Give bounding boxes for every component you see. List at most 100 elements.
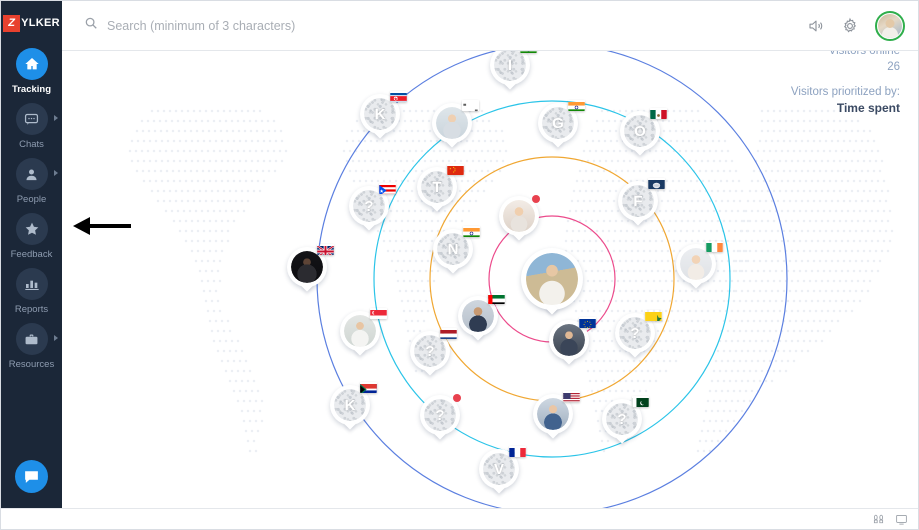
sidebar-item-resources[interactable]: Resources [1, 323, 62, 370]
visitor-pin[interactable]: ? [615, 312, 662, 353]
home-icon [15, 48, 48, 80]
sidebar-item-tracking[interactable]: Tracking [1, 48, 62, 95]
sidebar-item-feedback[interactable]: Feedback [1, 213, 62, 260]
radar-rings [316, 51, 788, 510]
visitor-pin[interactable] [549, 319, 596, 360]
country-flag-icon [370, 308, 387, 319]
visitor-pin[interactable] [533, 393, 580, 434]
country-flag-icon [568, 100, 585, 111]
footprints-icon[interactable] [872, 513, 885, 526]
priority-label: Visitors prioritized by: [790, 86, 900, 98]
visitor-photo [526, 253, 578, 305]
country-flag-icon [563, 391, 580, 402]
visitor-initial: T [421, 171, 453, 203]
visitor-pin[interactable] [458, 295, 505, 336]
sidebar-item-people[interactable]: People [1, 158, 62, 205]
brand-name: YLKER [21, 17, 60, 29]
visitor-pin[interactable] [676, 243, 723, 284]
visitor-initial: K [334, 389, 366, 421]
top-header [62, 1, 918, 51]
country-flag-icon [509, 446, 526, 457]
visitor-pin[interactable]: ? [410, 330, 457, 371]
visitor-pin[interactable]: K [330, 384, 377, 425]
visitor-pin[interactable]: V [479, 448, 526, 489]
country-flag-icon [579, 317, 596, 328]
visitor-pin[interactable]: ? [602, 398, 649, 439]
chat-bubble-icon[interactable] [15, 460, 48, 493]
chat-icon [15, 103, 48, 135]
visitor-photo [344, 315, 376, 347]
country-flag-icon [463, 226, 480, 237]
visitor-photo [537, 398, 569, 430]
visitors-online-value: 26 [887, 61, 900, 73]
pin-bubble: I [490, 51, 530, 85]
center-visitor-pin[interactable] [521, 248, 583, 310]
avatar[interactable] [875, 10, 905, 41]
tracking-canvas: IKGO?TFN???K??V [62, 51, 918, 510]
search-input[interactable] [107, 18, 507, 33]
visitor-pin[interactable]: F [618, 180, 665, 221]
speaker-on-icon[interactable] [807, 17, 825, 35]
country-flag-icon [488, 293, 505, 304]
chevron-right-icon-chats[interactable] [54, 115, 58, 121]
visitor-pin[interactable]: ? [349, 185, 396, 226]
visitor-photo [462, 300, 494, 332]
visitor-initial: ? [606, 403, 638, 435]
visitor-pin[interactable]: O [620, 110, 667, 151]
country-flag-icon [317, 244, 334, 255]
country-flag-icon [706, 241, 723, 252]
monitor-icon[interactable] [895, 513, 908, 526]
chevron-right-icon-resources[interactable] [54, 335, 58, 341]
sidebar-label-feedback: Feedback [10, 249, 53, 260]
visitor-pin[interactable] [499, 195, 540, 236]
status-dot [453, 394, 461, 402]
sidebar-label-resources: Resources [8, 359, 55, 370]
country-flag-icon [462, 100, 479, 111]
sidebar-label-reports: Reports [14, 304, 49, 315]
sidebar: Z YLKER Tracking Chats People Feedback R… [1, 1, 62, 510]
visitor-pin[interactable] [432, 102, 479, 143]
header-actions [807, 10, 905, 41]
visitor-pin[interactable] [287, 245, 334, 287]
brand-logo[interactable]: Z YLKER [3, 14, 60, 32]
visitor-pin[interactable] [340, 310, 387, 351]
sidebar-label-chats: Chats [19, 139, 44, 150]
briefcase-icon [15, 323, 48, 355]
sidebar-item-reports[interactable]: Reports [1, 268, 62, 315]
visitor-initial: I [494, 51, 526, 81]
sidebar-item-chats[interactable]: Chats [1, 103, 62, 150]
country-flag-icon [520, 51, 537, 53]
gear-icon[interactable] [841, 17, 859, 35]
status-bar [1, 508, 918, 529]
visitor-pin[interactable]: I [490, 51, 537, 85]
priority-value: Time spent [836, 101, 900, 115]
visitor-initial: ? [414, 335, 446, 367]
visitor-pin[interactable]: K [360, 93, 407, 134]
user-avatar-image [878, 13, 902, 38]
status-dot [532, 195, 540, 203]
visitor-photo [436, 107, 468, 139]
visitor-initial: F [622, 185, 654, 217]
country-flag-icon [379, 183, 396, 194]
visitor-initial: K [364, 98, 396, 130]
visitor-pin[interactable]: T [417, 166, 464, 207]
visitor-initial: G [542, 107, 574, 139]
visitor-initial: N [437, 233, 469, 265]
sidebar-label-people: People [16, 194, 47, 205]
search-bar[interactable] [84, 16, 807, 35]
sidebar-label-tracking: Tracking [11, 84, 52, 95]
visitor-initial: O [624, 115, 656, 147]
visitor-pin[interactable]: ? [420, 394, 461, 435]
chevron-right-icon-people[interactable] [54, 170, 58, 176]
visitor-initial: ? [424, 399, 456, 431]
visitor-photo [503, 200, 535, 232]
app-window: Z YLKER Tracking Chats People Feedback R… [0, 0, 919, 530]
star-icon [15, 213, 48, 245]
visitor-pin[interactable]: N [433, 228, 480, 269]
visitor-photo [680, 248, 712, 280]
visitor-initial: ? [619, 317, 651, 349]
country-flag-icon [390, 91, 407, 102]
visitor-initial: ? [353, 190, 385, 222]
country-flag-icon [632, 396, 649, 407]
visitor-pin[interactable]: G [538, 102, 585, 143]
